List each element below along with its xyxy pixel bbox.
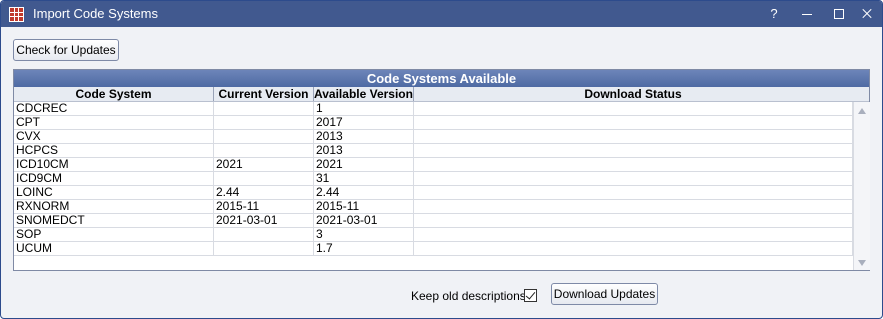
vertical-scrollbar[interactable] [853, 102, 870, 270]
table-row[interactable]: HCPCS 2013 [14, 144, 853, 158]
cell-download-status [414, 144, 853, 157]
table-row[interactable]: UCUM 1.7 [14, 242, 853, 256]
cell-available-version: 2015-11 [314, 200, 414, 213]
column-header-available-version[interactable]: Available Version [314, 87, 414, 101]
table-row[interactable]: LOINC 2.44 2.44 [14, 186, 853, 200]
cell-download-status [414, 116, 853, 129]
table-row[interactable]: SNOMEDCT 2021-03-01 2021-03-01 [14, 214, 853, 228]
title-bar: Import Code Systems ? [1, 1, 882, 27]
cell-code-system: LOINC [14, 186, 214, 199]
cell-current-version: 2015-11 [214, 200, 314, 213]
cell-download-status [414, 172, 853, 185]
cell-code-system: CPT [14, 116, 214, 129]
cell-available-version: 31 [314, 172, 414, 185]
cell-available-version: 2013 [314, 130, 414, 143]
cell-current-version: 2021-03-01 [214, 214, 314, 227]
keep-old-descriptions-label: Keep old descriptions [411, 289, 526, 303]
table-row[interactable]: ICD10CM 2021 2021 [14, 158, 853, 172]
cell-download-status [414, 158, 853, 171]
cell-current-version [214, 242, 314, 255]
column-header-row: Code System Current Version Available Ve… [14, 87, 869, 102]
download-updates-button[interactable]: Download Updates [551, 283, 658, 305]
table-row[interactable]: CDCREC 1 [14, 102, 853, 116]
cell-code-system: SNOMEDCT [14, 214, 214, 227]
keep-old-descriptions-checkbox[interactable] [524, 289, 537, 302]
cell-available-version: 2021 [314, 158, 414, 171]
help-button[interactable]: ? [758, 1, 790, 27]
cell-download-status [414, 186, 853, 199]
grid-title: Code Systems Available [14, 70, 869, 87]
cell-available-version: 1.7 [314, 242, 414, 255]
cell-download-status [414, 242, 853, 255]
table-row[interactable]: ICD9CM 31 [14, 172, 853, 186]
table-row[interactable]: CPT 2017 [14, 116, 853, 130]
cell-current-version [214, 102, 314, 115]
cell-code-system: UCUM [14, 242, 214, 255]
cell-current-version [214, 116, 314, 129]
code-systems-grid: Code Systems Available Code System Curre… [13, 69, 870, 271]
cell-available-version: 3 [314, 228, 414, 241]
minimize-icon[interactable] [791, 1, 823, 27]
column-header-download-status[interactable]: Download Status [414, 87, 852, 101]
cell-current-version: 2021 [214, 158, 314, 171]
table-row[interactable]: RXNORM 2015-11 2015-11 [14, 200, 853, 214]
cell-download-status [414, 214, 853, 227]
cell-code-system: CVX [14, 130, 214, 143]
grid-rows: CDCREC 1 CPT 2017 CVX 2013 HCPCS 2013 IC… [14, 102, 853, 256]
cell-code-system: ICD9CM [14, 172, 214, 185]
check-for-updates-button[interactable]: Check for Updates [13, 39, 119, 61]
import-code-systems-window: Import Code Systems ? Check for Updates … [0, 0, 883, 319]
cell-download-status [414, 130, 853, 143]
cell-available-version: 1 [314, 102, 414, 115]
column-header-current-version[interactable]: Current Version [214, 87, 314, 101]
app-grid-icon [9, 7, 24, 22]
cell-available-version: 2013 [314, 144, 414, 157]
scroll-up-arrow-icon[interactable] [858, 108, 866, 114]
cell-available-version: 2017 [314, 116, 414, 129]
cell-current-version [214, 228, 314, 241]
cell-available-version: 2021-03-01 [314, 214, 414, 227]
scroll-down-arrow-icon[interactable] [858, 260, 866, 266]
cell-current-version: 2.44 [214, 186, 314, 199]
cell-download-status [414, 228, 853, 241]
cell-code-system: HCPCS [14, 144, 214, 157]
checkmark-icon [525, 289, 536, 300]
column-header-code-system[interactable]: Code System [14, 87, 214, 101]
cell-current-version [214, 144, 314, 157]
cell-current-version [214, 130, 314, 143]
window-title: Import Code Systems [33, 6, 158, 21]
cell-download-status [414, 200, 853, 213]
close-icon[interactable] [851, 1, 882, 27]
cell-code-system: SOP [14, 228, 214, 241]
cell-available-version: 2.44 [314, 186, 414, 199]
cell-code-system: ICD10CM [14, 158, 214, 171]
cell-code-system: CDCREC [14, 102, 214, 115]
cell-download-status [414, 102, 853, 115]
table-row[interactable]: CVX 2013 [14, 130, 853, 144]
cell-current-version [214, 172, 314, 185]
cell-code-system: RXNORM [14, 200, 214, 213]
table-row[interactable]: SOP 3 [14, 228, 853, 242]
